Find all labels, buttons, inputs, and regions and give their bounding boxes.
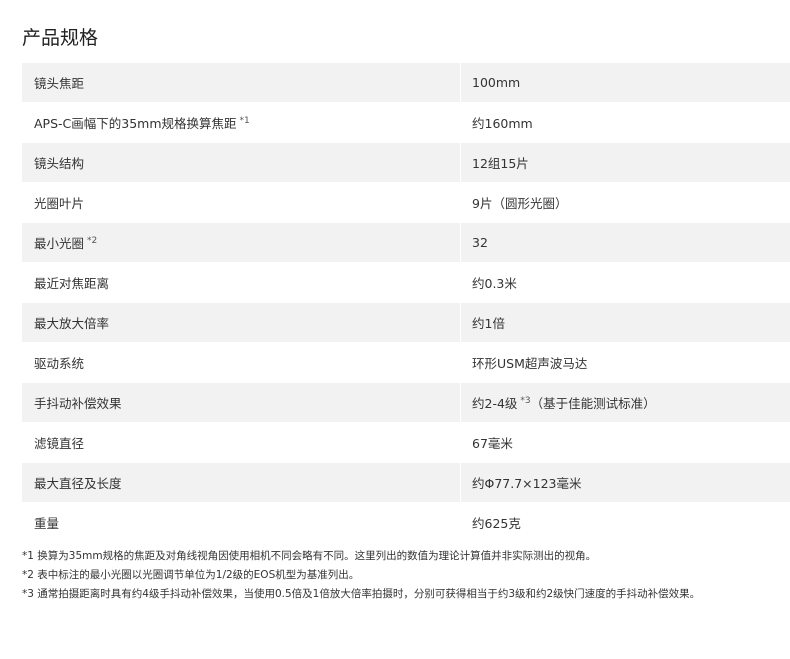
footnote: *1 换算为35mm规格的焦距及对角线视角因使用相机不同会略有不同。这里列出的数…	[22, 550, 597, 562]
footnote: *2 表中标注的最小光圈以光圈调节单位为1/2级的EOS机型为基准列出。	[22, 569, 360, 581]
spec-label-cell: 光圈叶片	[22, 182, 461, 223]
footnote: *3 通常拍摄距离时具有约4级手抖动补偿效果，当使用0.5倍及1倍放大倍率拍摄时…	[22, 588, 701, 600]
spec-value: 约1倍	[472, 316, 505, 331]
spec-label-cell: APS-C画幅下的35mm规格换算焦距 *1	[22, 102, 461, 143]
spec-label-cell: 最近对焦距离	[22, 262, 461, 303]
spec-label-cell: 最大直径及长度	[22, 462, 461, 503]
spec-label: 重量	[34, 516, 60, 531]
spec-table-body: 镜头焦距 100mm APS-C画幅下的35mm规格换算焦距 *1 约160mm 镜头结构…	[22, 63, 790, 543]
spec-label: APS-C画幅下的35mm规格换算焦距	[34, 116, 237, 131]
spec-label-cell: 镜头结构	[22, 142, 461, 183]
spec-row: APS-C画幅下的35mm规格换算焦距 *1 约160mm	[22, 102, 790, 143]
spec-value-cell: 9片（圆形光圈）	[460, 182, 790, 223]
spec-value-cell: 约625克	[460, 502, 790, 543]
spec-row: 最小光圈 *2 32	[22, 222, 790, 263]
spec-value-suffix: （基于佳能测试标准）	[530, 396, 656, 411]
spec-value-cell: 12组15片	[460, 142, 790, 183]
spec-value-cell: 约0.3米	[460, 262, 790, 303]
spec-value-cell: 环形USM超声波马达	[460, 342, 790, 383]
spec-value: 环形USM超声波马达	[472, 356, 588, 371]
spec-label: 镜头结构	[34, 156, 85, 171]
spec-row: 最大直径及长度 约Φ77.7×123毫米	[22, 462, 790, 503]
spec-label: 最小光圈	[34, 236, 85, 251]
spec-value: 12组15片	[472, 156, 529, 171]
spec-value-cell: 约160mm	[460, 102, 790, 143]
spec-label: 光圈叶片	[34, 196, 85, 211]
spec-label-cell: 驱动系统	[22, 342, 461, 383]
spec-label: 滤镜直径	[34, 436, 85, 451]
spec-value: 约160mm	[472, 116, 533, 131]
spec-label-cell: 最大放大倍率	[22, 302, 461, 343]
spec-row: 光圈叶片 9片（圆形光圈）	[22, 182, 790, 223]
spec-label: 驱动系统	[34, 356, 85, 371]
spec-label: 最大放大倍率	[34, 316, 110, 331]
spec-value: 67毫米	[472, 436, 513, 451]
spec-row: 最大放大倍率 约1倍	[22, 302, 790, 343]
spec-value: 约2-4级	[472, 396, 518, 411]
spec-row: 滤镜直径 67毫米	[22, 422, 790, 463]
spec-row: 镜头焦距 100mm	[22, 63, 790, 103]
spec-value-cell: 约2-4级 *3（基于佳能测试标准）	[460, 382, 790, 423]
spec-label: 最大直径及长度	[34, 476, 122, 491]
spec-label-cell: 滤镜直径	[22, 422, 461, 463]
spec-value-cell: 67毫米	[460, 422, 790, 463]
spec-label: 手抖动补偿效果	[34, 396, 122, 411]
footnotes: *1 换算为35mm规格的焦距及对角线视角因使用相机不同会略有不同。这里列出的数…	[22, 547, 790, 604]
spec-value: 100mm	[472, 75, 521, 90]
spec-value: 约0.3米	[472, 276, 517, 291]
page-title: 产品规格	[22, 27, 99, 49]
spec-value: 32	[472, 235, 488, 250]
spec-value: 约Φ77.7×123毫米	[472, 476, 582, 491]
spec-value: 约625克	[472, 516, 521, 531]
spec-value-cell: 约1倍	[460, 302, 790, 343]
spec-label-footnote-ref: *1	[239, 115, 250, 126]
spec-row: 驱动系统 环形USM超声波马达	[22, 342, 790, 383]
spec-value: 9片（圆形光圈）	[472, 196, 568, 211]
spec-table: 镜头焦距 100mm APS-C画幅下的35mm规格换算焦距 *1 约160mm 镜头结构…	[22, 63, 790, 543]
spec-label-cell: 重量	[22, 502, 461, 543]
spec-row: 镜头结构 12组15片	[22, 142, 790, 183]
spec-label-footnote-ref: *2	[87, 235, 98, 246]
spec-value-cell: 约Φ77.7×123毫米	[460, 462, 790, 503]
spec-value-cell: 100mm	[460, 63, 790, 103]
spec-row: 重量 约625克	[22, 502, 790, 543]
spec-row: 最近对焦距离 约0.3米	[22, 262, 790, 303]
spec-row: 手抖动补偿效果 约2-4级 *3（基于佳能测试标准）	[22, 382, 790, 423]
spec-label: 镜头焦距	[34, 76, 85, 91]
spec-value-footnote-ref: *3	[520, 395, 531, 406]
spec-value-cell: 32	[460, 222, 790, 263]
spec-label-cell: 手抖动补偿效果	[22, 382, 461, 423]
spec-label: 最近对焦距离	[34, 276, 110, 291]
spec-label-cell: 镜头焦距	[22, 63, 461, 103]
spec-label-cell: 最小光圈 *2	[22, 222, 461, 263]
